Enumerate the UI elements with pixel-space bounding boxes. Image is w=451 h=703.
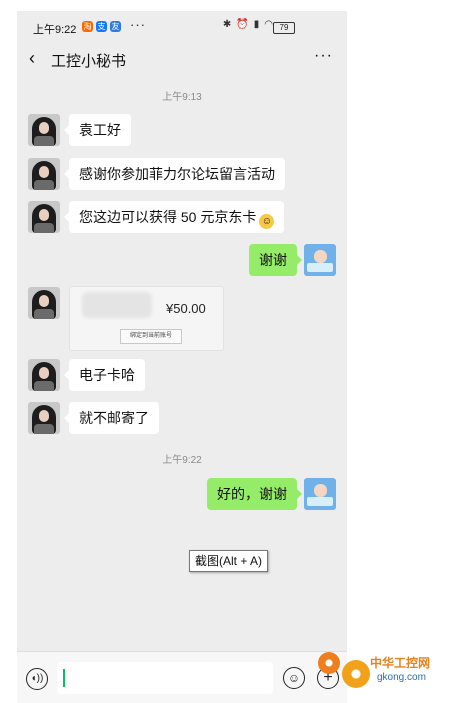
friends-icon: 友 (110, 21, 121, 32)
message-bubble-incoming[interactable]: 电子卡哈 (64, 359, 145, 391)
voice-input-icon[interactable]: ◖)) (26, 668, 48, 690)
contact-avatar[interactable] (28, 287, 60, 319)
watermark-url: gkong.com (377, 672, 426, 683)
taobao-icon: 淘 (82, 21, 93, 32)
contact-avatar[interactable] (28, 359, 60, 391)
grin-emoji-icon: ☺ (259, 214, 275, 229)
alipay-icon: 支 (96, 21, 107, 32)
bluetooth-icon: ✱ (222, 19, 232, 30)
contact-avatar[interactable] (28, 402, 60, 434)
input-bar: ◖)) ☺ + (17, 651, 347, 703)
message-bubble-incoming[interactable]: 袁工好 (64, 114, 131, 146)
contact-avatar[interactable] (28, 114, 60, 146)
gift-card-message[interactable]: ¥50.00 绑定到当前账号 (69, 286, 224, 351)
card-amount: ¥50.00 (166, 301, 206, 316)
my-avatar[interactable] (304, 478, 336, 510)
gear-icon (318, 652, 340, 674)
message-bubble-outgoing[interactable]: 好的，谢谢 (207, 478, 302, 510)
notification-icons: 淘 支 友 (82, 21, 121, 32)
more-options-icon[interactable]: ··· (314, 47, 333, 65)
signal-icon: ▮ (253, 19, 260, 30)
timestamp: 上午9:22 (162, 455, 202, 466)
alarm-icon: ⏰ (236, 19, 249, 30)
chat-title: 工控小秘书 (51, 53, 127, 70)
status-bar: 上午9:22 淘 支 友 ··· ✱ ⏰ ▮ ◠ 79 (17, 11, 347, 41)
watermark-brand: 中华工控网 (370, 656, 431, 670)
system-icons: ✱ ⏰ ▮ ◠ (223, 19, 273, 30)
card-image-blurred (82, 292, 152, 318)
message-bubble-outgoing[interactable]: 谢谢 (249, 244, 302, 276)
status-more-icon: ··· (130, 17, 146, 32)
timestamp: 上午9:13 (162, 92, 202, 103)
message-bubble-incoming[interactable]: 感谢你参加菲力尔论坛留言活动 (64, 158, 285, 190)
contact-avatar[interactable] (28, 201, 60, 233)
message-text: 您这边可以获得 50 元京东卡 (79, 209, 257, 225)
message-bubble-incoming[interactable]: 就不邮寄了 (64, 402, 159, 434)
gear-icon (342, 660, 370, 688)
phone-screen: 上午9:22 淘 支 友 ··· ✱ ⏰ ▮ ◠ 79 ‹ 工控小秘书 ··· … (17, 11, 347, 703)
my-avatar[interactable] (304, 244, 336, 276)
back-arrow-icon[interactable]: ‹ (29, 49, 41, 67)
message-bubble-incoming[interactable]: 您这边可以获得 50 元京东卡 ☺ (63, 201, 285, 233)
screenshot-tooltip: 截图(Alt + A) (189, 550, 269, 572)
battery-indicator: 79 (273, 22, 295, 34)
wifi-icon: ◠ (264, 19, 273, 30)
bind-account-button[interactable]: 绑定到当前账号 (120, 329, 182, 344)
contact-avatar[interactable] (28, 158, 60, 190)
watermark-logo: 中华工控网 gkong.com (314, 648, 451, 696)
text-cursor (63, 669, 65, 687)
message-input[interactable] (57, 662, 273, 694)
status-time: 上午9:22 (33, 24, 77, 36)
chat-header: ‹ 工控小秘书 ··· (17, 41, 347, 77)
emoji-icon[interactable]: ☺ (283, 667, 305, 689)
